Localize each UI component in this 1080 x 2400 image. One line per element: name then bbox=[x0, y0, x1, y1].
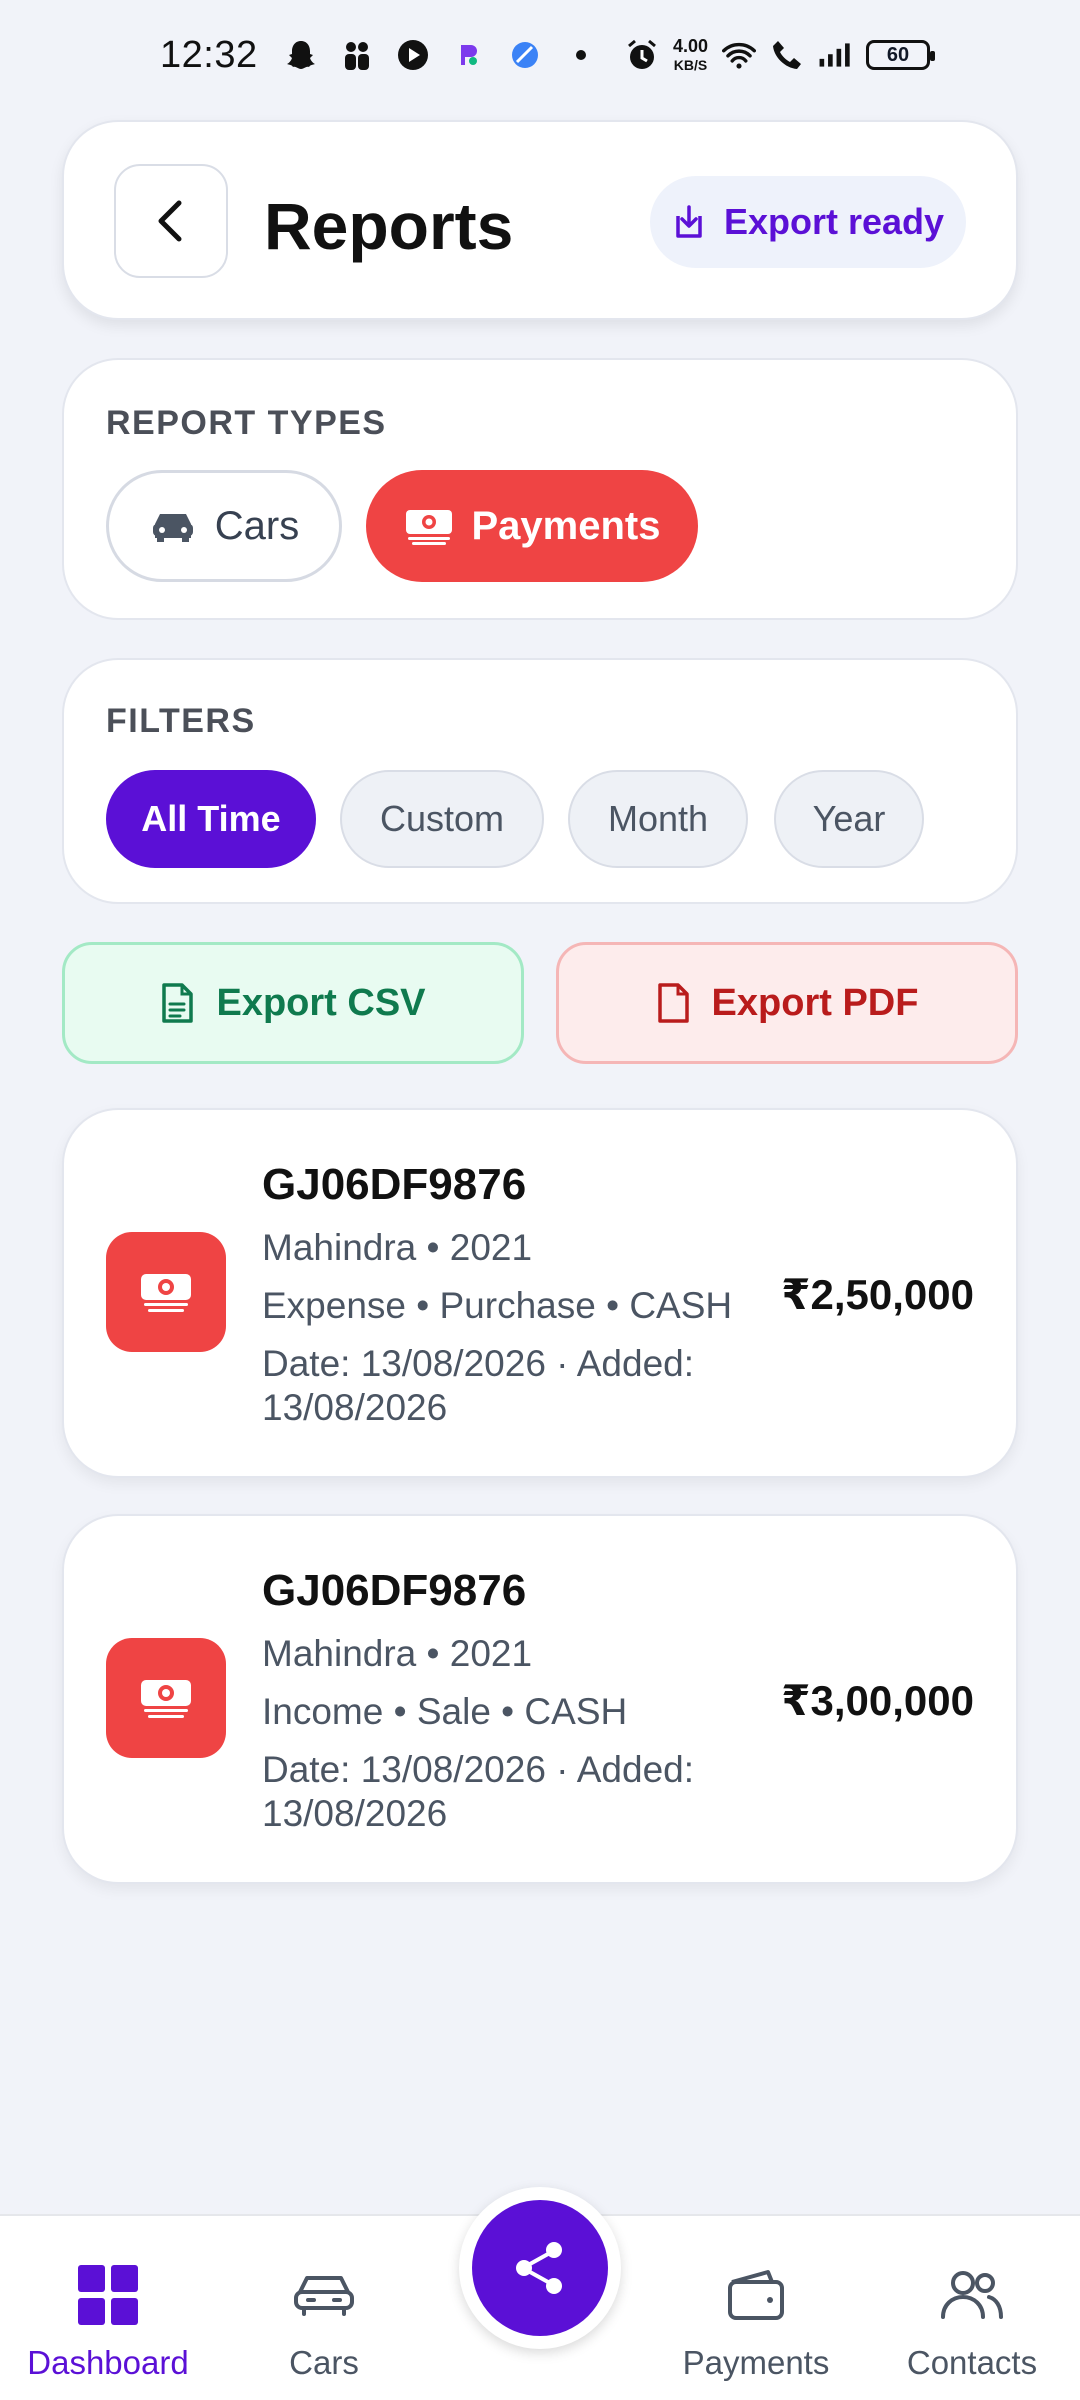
car-icon bbox=[152, 514, 193, 542]
header-card: Reports Export ready bbox=[62, 120, 1018, 320]
nav-payments[interactable]: Payments bbox=[658, 2216, 854, 2400]
notification-icons bbox=[284, 38, 598, 72]
page-title: Reports bbox=[264, 189, 514, 263]
download-icon bbox=[676, 205, 702, 238]
filter-month[interactable]: Month bbox=[568, 770, 748, 868]
transaction-card[interactable]: GJ06DF9876 Mahindra • 2021 Expense • Pur… bbox=[62, 1108, 1018, 1478]
signal-icon bbox=[818, 38, 852, 72]
chevron-left-icon bbox=[158, 200, 182, 242]
export-csv-label: Export CSV bbox=[216, 981, 426, 1024]
dot-icon bbox=[564, 38, 598, 72]
export-pdf-label: Export PDF bbox=[711, 981, 919, 1024]
nav-cars[interactable]: Cars bbox=[226, 2216, 422, 2400]
report-type-cars[interactable]: Cars bbox=[106, 470, 342, 582]
nav-contacts-label: Contacts bbox=[906, 2344, 1038, 2381]
transaction-amount: ₹3,00,000 bbox=[781, 1677, 974, 1724]
file-icon bbox=[657, 983, 689, 1023]
speed-value: 4.00 bbox=[672, 35, 708, 56]
nav-dashboard[interactable]: Dashboard bbox=[10, 2216, 206, 2400]
export-ready-label: Export ready bbox=[723, 201, 945, 242]
nav-contacts[interactable]: Contacts bbox=[874, 2216, 1070, 2400]
share-icon bbox=[516, 2242, 562, 2294]
speed-unit: KB/S bbox=[673, 56, 708, 73]
transaction-dates: Date: 13/08/2026 · Added: 13/08/2026 bbox=[262, 1343, 695, 1428]
alarm-icon bbox=[625, 38, 659, 72]
share-button[interactable] bbox=[472, 2200, 608, 2336]
back-button[interactable] bbox=[114, 164, 228, 278]
transaction-plate: GJ06DF9876 bbox=[262, 1160, 527, 1209]
nav-cars-label: Cars bbox=[289, 2344, 359, 2381]
car-icon bbox=[289, 2260, 359, 2330]
wallet-icon bbox=[721, 2260, 791, 2330]
contacts-icon bbox=[937, 2260, 1007, 2330]
transaction-vehicle: Mahindra • 2021 bbox=[262, 1633, 533, 1674]
transaction-plate: GJ06DF9876 bbox=[262, 1566, 527, 1615]
battery-indicator: 60 bbox=[866, 40, 935, 70]
nav-dashboard-label: Dashboard bbox=[27, 2344, 189, 2381]
filters-card: FILTERS All Time Custom Month Year bbox=[62, 658, 1018, 904]
transaction-dates: Date: 13/08/2026 · Added: 13/08/2026 bbox=[262, 1749, 695, 1834]
export-ready-button[interactable]: Export ready bbox=[650, 176, 966, 268]
transaction-amount: ₹2,50,000 bbox=[781, 1271, 974, 1318]
snapchat-icon bbox=[284, 38, 318, 72]
people-icon bbox=[340, 38, 374, 72]
export-csv-button[interactable]: Export CSV bbox=[62, 942, 524, 1064]
system-icons: 4.00 KB/S 60 bbox=[625, 37, 935, 74]
report-types-label: REPORT TYPES bbox=[106, 404, 387, 442]
transaction-vehicle: Mahindra • 2021 bbox=[262, 1227, 533, 1268]
status-time: 12:32 bbox=[160, 33, 258, 76]
transaction-card[interactable]: GJ06DF9876 Mahindra • 2021 Income • Sale… bbox=[62, 1514, 1018, 1884]
report-type-payments[interactable]: Payments bbox=[366, 470, 698, 582]
grid-icon bbox=[73, 2260, 143, 2330]
transaction-details: Income • Sale • CASH bbox=[262, 1691, 628, 1732]
export-pdf-button[interactable]: Export PDF bbox=[556, 942, 1018, 1064]
status-bar: 12:32 4.00 KB/S 60 bbox=[0, 0, 1080, 110]
call-icon bbox=[770, 38, 804, 72]
play-icon bbox=[396, 38, 430, 72]
filters-label: FILTERS bbox=[106, 702, 256, 740]
wifi-icon bbox=[722, 38, 756, 72]
money-icon bbox=[405, 510, 452, 545]
report-type-cars-label: Cars bbox=[214, 503, 300, 548]
nav-payments-label: Payments bbox=[682, 2344, 830, 2381]
report-type-payments-label: Payments bbox=[471, 503, 661, 548]
file-text-icon bbox=[162, 983, 194, 1023]
filter-all-time[interactable]: All Time bbox=[106, 770, 316, 868]
browser-icon bbox=[508, 38, 542, 72]
network-speed: 4.00 KB/S bbox=[673, 37, 708, 74]
app-icon bbox=[452, 38, 486, 72]
payment-icon bbox=[106, 1638, 226, 1758]
report-types-card: REPORT TYPES Cars Payments bbox=[62, 358, 1018, 620]
transaction-details: Expense • Purchase • CASH bbox=[262, 1285, 733, 1326]
payment-icon bbox=[106, 1232, 226, 1352]
filter-year[interactable]: Year bbox=[774, 770, 924, 868]
filter-custom[interactable]: Custom bbox=[340, 770, 544, 868]
